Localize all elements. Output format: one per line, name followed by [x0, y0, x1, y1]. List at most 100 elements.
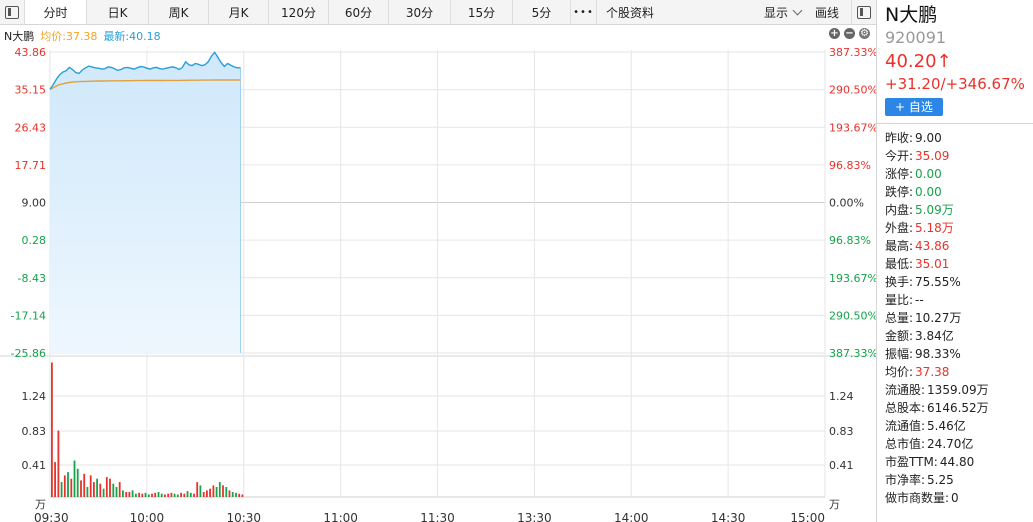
volume-bar: [63, 475, 66, 497]
tab-label: 30分: [405, 5, 434, 20]
quote-value: 3.84亿: [915, 329, 954, 343]
tab-period-8[interactable]: 5分: [513, 0, 571, 24]
quote-row: 均价: 37.38: [885, 363, 1033, 381]
quote-value: 5.25: [927, 473, 954, 487]
chart-canvas[interactable]: 43.86 387.33% 35.15 290.50% 26.43 193.67% 17.7…: [0, 25, 876, 522]
quote-value: 0: [951, 491, 959, 505]
quote-label: 昨收:: [885, 131, 914, 145]
volume-bar: [144, 492, 147, 497]
volume-tick-label-right: 万: [829, 498, 840, 511]
quote-label: 总股本:: [885, 401, 926, 415]
panel-toggle-icon: [5, 5, 19, 19]
pct-tick-label: 193.67%: [829, 272, 876, 285]
tab-period-0[interactable]: 分时: [25, 0, 87, 24]
tab-period-4[interactable]: 120分: [269, 0, 329, 24]
volume-bar: [186, 491, 189, 497]
tab-period-2[interactable]: 周K: [149, 0, 209, 24]
volume-bar: [125, 492, 128, 497]
panel-divider: [877, 123, 1033, 124]
time-tick-label: 10:00: [130, 511, 165, 522]
volume-bar: [154, 492, 157, 497]
more-button[interactable]: •••: [571, 0, 597, 24]
draw-line-button[interactable]: 画线: [815, 4, 851, 21]
period-toolbar: 分时 日K 周K 月K 120分 60分 30分 15分 5分 ••• 个股资料 显示 画线: [0, 0, 876, 25]
display-dropdown[interactable]: 显示: [764, 4, 815, 21]
quote-row: 换手: 75.55%: [885, 273, 1033, 291]
quote-row: 外盘: 5.18万: [885, 219, 1033, 237]
volume-bar: [102, 488, 105, 497]
price-tick-label: 9.00: [22, 197, 47, 210]
quote-row: 金额: 3.84亿: [885, 327, 1033, 345]
quote-value: 37.38: [915, 365, 950, 379]
tab-period-7[interactable]: 15分: [451, 0, 513, 24]
add-watchlist-button[interactable]: + 自选: [885, 98, 943, 116]
volume-bar: [122, 490, 124, 497]
quote-label: 最低:: [885, 257, 914, 271]
volume-bar: [89, 475, 92, 497]
tab-period-6[interactable]: 30分: [389, 0, 451, 24]
price-tick-label: 43.86: [15, 46, 47, 59]
panel-toggle-icon: [857, 5, 871, 19]
pct-tick-label: 290.50%: [829, 84, 876, 97]
display-label: 显示: [763, 5, 788, 20]
panel-toggle-button[interactable]: [0, 0, 25, 24]
volume-bar: [193, 493, 195, 497]
pct-tick-label: 0.00%: [829, 197, 864, 210]
volume-bar: [51, 362, 53, 497]
quote-label: 今开:: [885, 149, 914, 163]
quote-label: 流通值:: [885, 419, 926, 433]
volume-bar: [199, 485, 202, 497]
draw-line-label: 画线: [814, 5, 839, 20]
volume-bar: [241, 494, 244, 497]
volume-tick-label-right: 0.41: [829, 459, 854, 472]
quote-row: 涨停: 0.00: [885, 165, 1033, 183]
panel-toggle-right-button[interactable]: [851, 0, 876, 24]
volume-bar: [222, 485, 224, 497]
quote-panel: N大鹏 920091 40.20↑ +31.20/+346.67% + 自选 昨…: [877, 0, 1033, 522]
tab-period-3[interactable]: 月K: [209, 0, 269, 24]
volume-bar: [99, 483, 102, 497]
volume-bar: [235, 492, 237, 497]
time-tick-label: 10:30: [226, 511, 261, 522]
volume-tick-label: 1.24: [22, 390, 47, 403]
pct-tick-label: 387.33%: [829, 347, 876, 360]
volume-bar: [105, 477, 108, 497]
quote-label: 市盈TTM:: [885, 455, 938, 469]
volume-bar: [173, 493, 176, 497]
quote-label: 外盘:: [885, 221, 914, 235]
quote-label: 总市值:: [885, 437, 926, 451]
volume-bar: [189, 492, 192, 497]
volume-bar: [83, 473, 86, 497]
legend-last-price: 最新:40.18: [103, 30, 161, 43]
quote-row: 今开: 35.09: [885, 147, 1033, 165]
quote-value: 0.00: [915, 167, 942, 181]
legend-avg-price: 均价:37.38: [40, 30, 98, 43]
tab-period-5[interactable]: 60分: [329, 0, 389, 24]
zoom-in-icon[interactable]: +: [829, 28, 840, 39]
volume-bar: [115, 487, 118, 497]
quote-value: 44.80: [939, 455, 975, 469]
volume-bar: [170, 492, 173, 497]
tab-label: 15分: [467, 5, 496, 20]
quote-value: 0.00: [915, 185, 942, 199]
more-icon: •••: [573, 6, 594, 18]
volume-tick-label: 万: [35, 498, 46, 511]
stock-info-tab[interactable]: 个股资料: [597, 0, 663, 24]
volume-bar: [183, 493, 186, 497]
volume-tick-label: 0.83: [22, 425, 47, 438]
volume-bar: [128, 492, 131, 497]
tab-period-1[interactable]: 日K: [87, 0, 149, 24]
volume-bar: [176, 494, 179, 497]
time-tick-label: 14:30: [711, 511, 746, 522]
gear-icon[interactable]: ⚙: [859, 28, 870, 39]
volume-bar: [135, 493, 137, 497]
tab-label: 周K: [168, 5, 189, 20]
volume-tick-label-right: 1.24: [829, 390, 854, 403]
time-tick-label: 15:00: [790, 511, 825, 522]
volume-bar: [70, 478, 73, 497]
zoom-out-icon[interactable]: −: [844, 28, 855, 39]
quote-label: 涨停:: [885, 167, 914, 181]
pct-tick-label: 290.50%: [829, 309, 876, 322]
stock-info-label: 个股资料: [605, 5, 654, 20]
intraday-chart[interactable]: 43.86 387.33% 35.15 290.50% 26.43 193.67% 17.7…: [0, 25, 876, 522]
